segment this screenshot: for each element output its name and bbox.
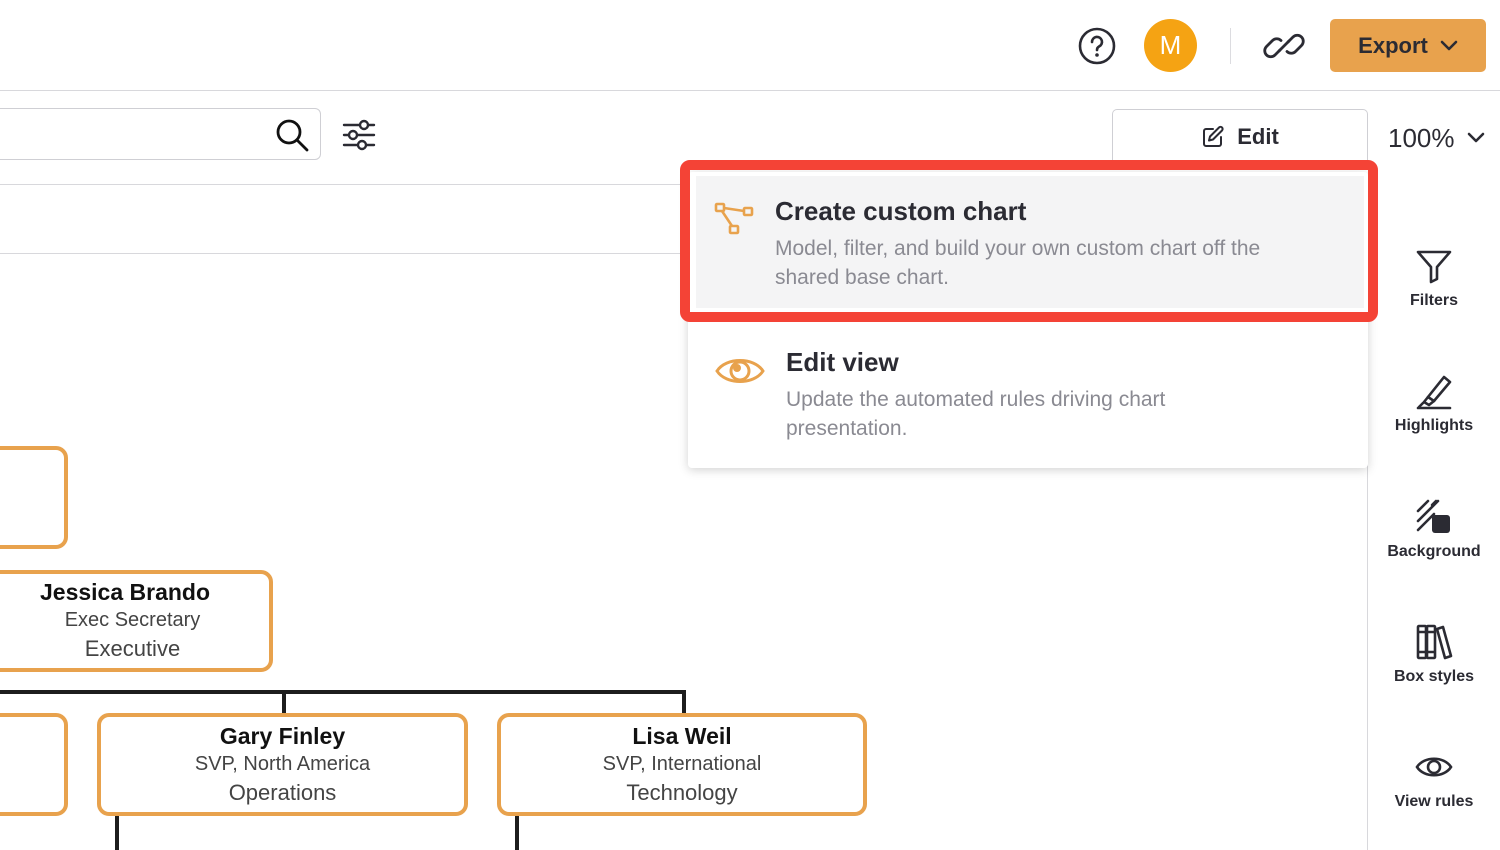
background-icon [1416, 499, 1450, 533]
org-node-title: SVP, North America [194, 752, 371, 775]
zoom-select[interactable]: 100% [1388, 118, 1485, 158]
org-node[interactable]: Gary Finley SVP, North America Operation… [97, 713, 468, 816]
edit-view-desc: Update the automated rules driving chart [786, 388, 1166, 411]
search-icon[interactable] [274, 117, 310, 153]
highlight-outline [680, 160, 1378, 322]
highlights-label: Highlights [1394, 417, 1474, 434]
chevron-down-icon [1467, 132, 1484, 143]
sliders-icon[interactable] [340, 116, 378, 154]
edit-label: Edit [1237, 124, 1279, 149]
connector-line [282, 690, 286, 714]
user-avatar[interactable]: M [1144, 19, 1197, 72]
highlighter-icon [1416, 375, 1452, 410]
org-node-name: Gary Finley [219, 722, 346, 749]
background-label: Background [1387, 543, 1481, 560]
funnel-icon [1416, 250, 1452, 284]
box-styles-tool[interactable]: Box styles [1368, 622, 1500, 686]
org-node-partial[interactable] [0, 713, 68, 816]
zoom-level: 100% [1388, 122, 1455, 153]
filters-label: Filters [1409, 292, 1458, 309]
connector-line [0, 690, 686, 694]
org-node-name: Jessica Brando [39, 579, 211, 605]
view-rules-label: View rules [1394, 793, 1474, 810]
org-node-dept: Technology [626, 779, 738, 805]
highlights-tool[interactable]: Highlights [1368, 371, 1500, 435]
org-node[interactable]: Lisa Weil SVP, International Technology [497, 713, 867, 816]
edit-view-desc: presentation. [786, 417, 908, 440]
org-node-partial[interactable] [0, 446, 68, 549]
divider [1230, 28, 1231, 64]
connector-line [682, 690, 686, 714]
divider [0, 253, 690, 254]
pencil-icon [1203, 125, 1224, 147]
export-button[interactable]: Export [1330, 19, 1486, 72]
org-node-dept: Operations [228, 779, 337, 805]
org-node[interactable]: Jessica Brando Exec Secretary Executive [0, 570, 273, 672]
search-input[interactable] [0, 108, 321, 160]
export-label: Export [1358, 32, 1428, 58]
box-styles-label: Box styles [1393, 668, 1475, 685]
connector-line [515, 816, 519, 850]
link-icon[interactable] [1263, 26, 1305, 66]
eye-icon [1415, 757, 1453, 777]
org-node-name: Lisa Weil [632, 722, 732, 749]
connector-line [115, 816, 119, 850]
filters-tool[interactable]: Filters [1368, 246, 1500, 310]
org-node-title: SVP, International [602, 752, 762, 775]
edit-view-title: Edit view [786, 347, 899, 377]
chevron-down-icon [1440, 40, 1458, 50]
help-icon[interactable] [1078, 27, 1116, 65]
background-tool[interactable]: Background [1368, 497, 1500, 561]
org-node-dept: Executive [84, 636, 181, 661]
books-icon [1416, 624, 1453, 660]
org-node-title: Exec Secretary [64, 609, 201, 631]
view-rules-tool[interactable]: View rules [1368, 747, 1500, 811]
edit-button[interactable]: Edit [1112, 109, 1368, 164]
eye-icon [715, 359, 765, 383]
